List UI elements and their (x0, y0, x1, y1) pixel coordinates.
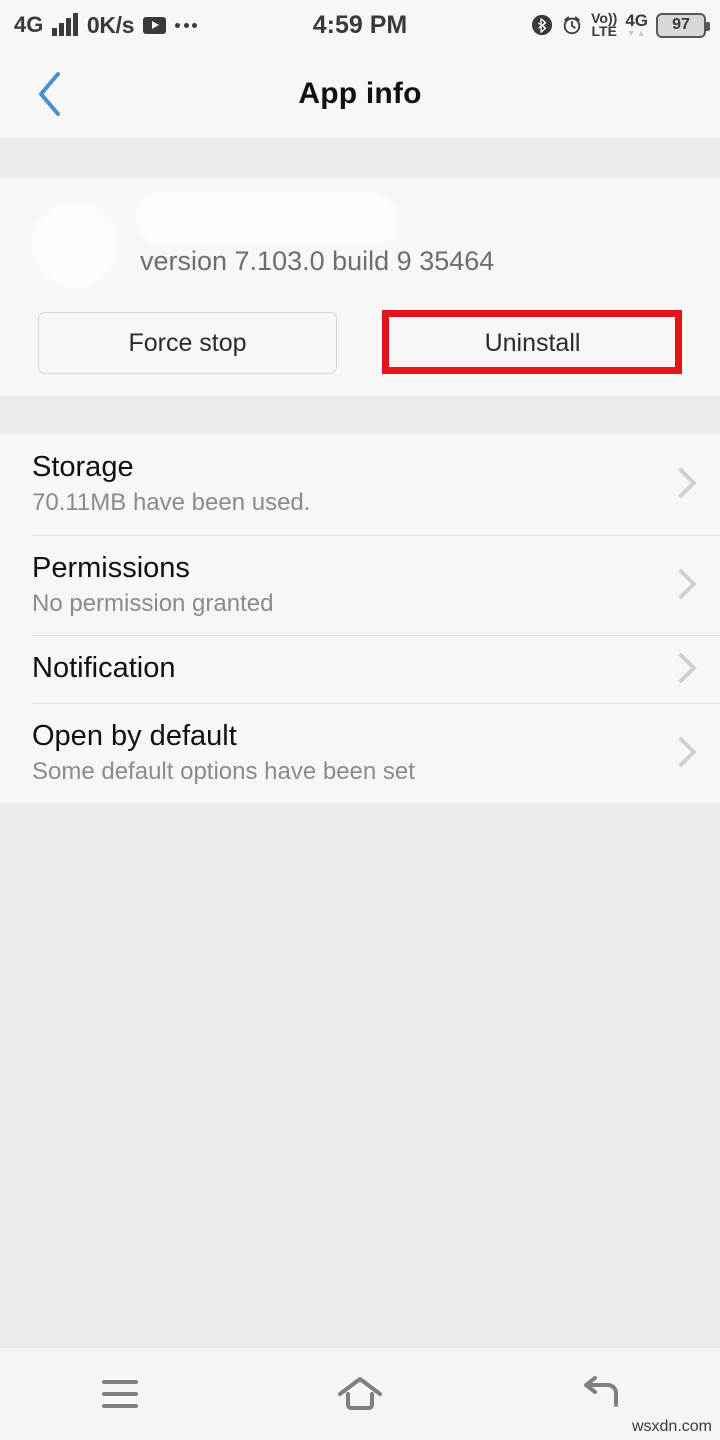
back-chevron-icon (39, 72, 60, 116)
empty-content-area (0, 803, 720, 1347)
app-meta: version 7.103.0 build 9 35464 (140, 192, 494, 277)
nav-menu-button[interactable] (60, 1348, 180, 1440)
back-arrow-icon (584, 1376, 618, 1407)
app-header-row: version 7.103.0 build 9 35464 (0, 192, 720, 302)
volte-indicator: Vo)) LTE (591, 11, 617, 39)
force-stop-button[interactable]: Force stop (38, 312, 337, 374)
back-button[interactable] (22, 67, 76, 121)
chevron-right-icon (668, 466, 690, 502)
list-item-storage[interactable]: Storage 70.11MB have been used. (0, 434, 720, 535)
list-item-title: Open by default (32, 719, 237, 752)
list-item-open-by-default[interactable]: Open by default Some default options hav… (0, 702, 720, 804)
list-item-subtitle: 70.11MB have been used. (32, 489, 311, 517)
network-right-label: 4G (625, 11, 648, 30)
data-arrows-icon: ▼▲ (626, 28, 647, 38)
app-icon (38, 208, 112, 282)
watermark-label: wsxdn.com (631, 1418, 712, 1435)
battery-percent-label: 97 (672, 16, 690, 33)
volte-bottom-label: LTE (591, 23, 617, 39)
status-bar-right: Vo)) LTE 4G ▼▲ 97 (531, 11, 710, 39)
battery-indicator: 97 (656, 12, 710, 38)
uninstall-button[interactable]: Uninstall (383, 312, 682, 374)
app-header-card: version 7.103.0 build 9 35464 Force stop… (0, 178, 720, 396)
chevron-right-icon (668, 567, 690, 603)
network-indicator-right: 4G ▼▲ (625, 12, 648, 38)
section-divider-top (0, 138, 720, 178)
list-item-title: Notification (32, 652, 176, 685)
list-item-permissions[interactable]: Permissions No permission granted (0, 534, 720, 636)
action-button-row: Force stop Uninstall (0, 302, 720, 396)
chevron-right-icon (668, 735, 690, 771)
section-divider-middle (0, 396, 720, 434)
app-version-label: version 7.103.0 build 9 35464 (140, 246, 495, 276)
chevron-right-icon (668, 651, 690, 687)
alarm-clock-icon (563, 16, 581, 35)
youtube-play-icon (143, 16, 167, 34)
list-item-notification[interactable]: Notification (0, 635, 720, 702)
more-dots-icon (175, 22, 198, 28)
list-item-subtitle: No permission granted (32, 589, 274, 617)
title-bar: App info (0, 50, 720, 138)
nav-home-button[interactable] (300, 1348, 420, 1440)
app-name-redacted (140, 196, 400, 244)
status-bar-left: 4G 0K/s (14, 11, 198, 38)
home-icon (338, 1377, 382, 1410)
navigation-bar: wsxdn.com (0, 1347, 720, 1440)
list-item-title: Permissions (32, 551, 190, 584)
phone-screen: 4G 0K/s 4:59 PM Vo)) LTE 4G ▼▲ 97 App in… (0, 0, 720, 1440)
status-bar: 4G 0K/s 4:59 PM Vo)) LTE 4G ▼▲ 97 (0, 0, 720, 50)
data-rate-label: 0K/s (86, 11, 135, 38)
menu-icon (102, 1380, 138, 1408)
network-type-label: 4G (14, 12, 44, 37)
list-item-title: Storage (32, 451, 134, 483)
list-item-subtitle: Some default options have been set (32, 757, 415, 785)
bluetooth-icon (532, 14, 553, 36)
page-title: App info (298, 77, 422, 110)
settings-list: Storage 70.11MB have been used. Permissi… (0, 434, 720, 804)
signal-strength-icon (52, 13, 78, 36)
